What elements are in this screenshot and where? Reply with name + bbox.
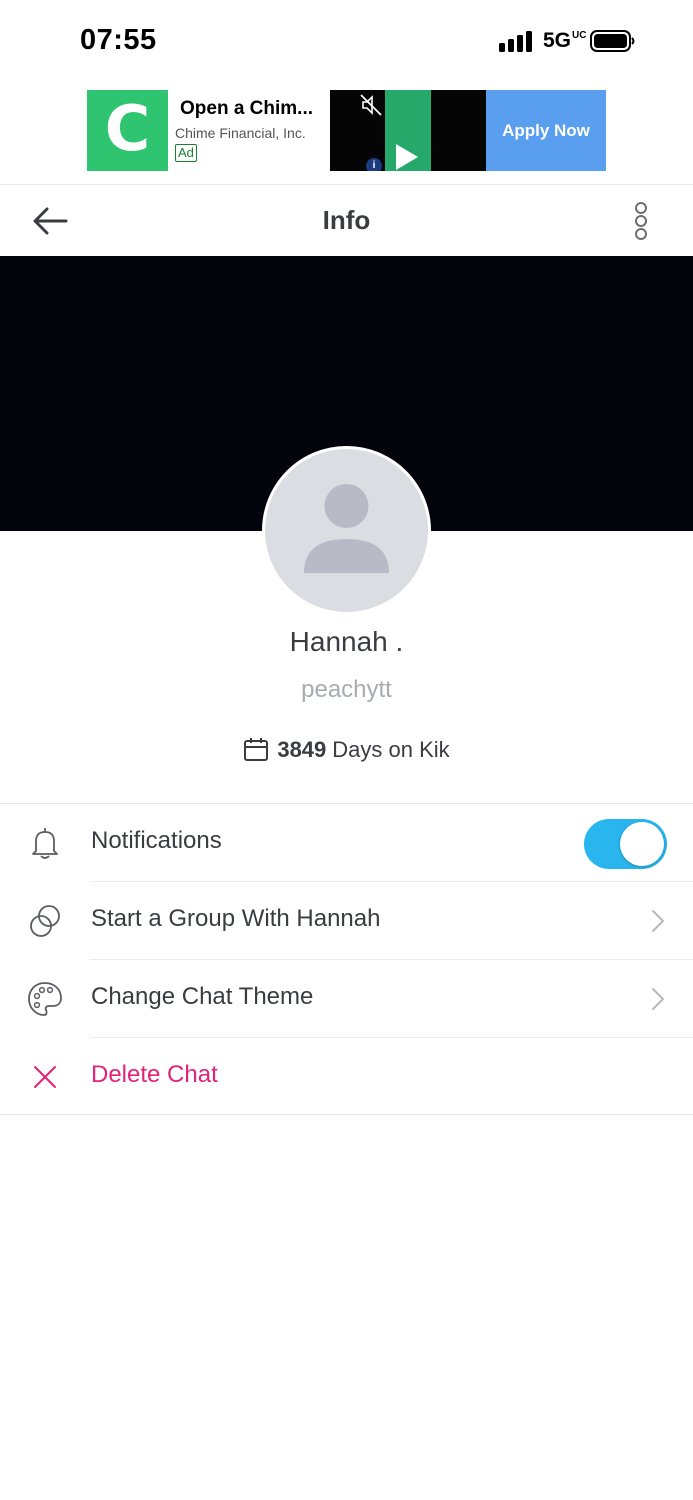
days-label: Days on Kik <box>332 737 450 762</box>
chevron-right-icon <box>652 988 664 1010</box>
status-bar: 07:55 5GUC <box>0 0 693 84</box>
change-theme-row[interactable]: Change Chat Theme <box>0 959 693 1037</box>
notifications-toggle[interactable] <box>584 819 667 869</box>
avatar[interactable] <box>262 446 431 615</box>
page-title: Info <box>322 205 371 235</box>
chevron-right-icon <box>652 910 664 932</box>
ad-badge: Ad <box>175 144 197 162</box>
network-indicator: 5GUC <box>543 29 587 52</box>
info-icon[interactable]: i <box>366 158 382 171</box>
ad-logo[interactable]: C <box>87 90 168 171</box>
divider <box>0 1114 693 1115</box>
start-group-label: Start a Group With Hannah <box>91 905 381 932</box>
days-on-kik: 3849 Days on Kik <box>0 737 693 763</box>
delete-chat-row[interactable]: Delete Chat <box>0 1037 693 1115</box>
calendar-icon <box>244 738 269 761</box>
close-icon <box>34 1066 56 1088</box>
signal-icon <box>499 30 535 52</box>
ad-company: Chime Financial, Inc. <box>175 125 306 141</box>
user-placeholder-icon <box>304 484 389 573</box>
username: peachytt <box>301 676 392 703</box>
notifications-label: Notifications <box>91 827 222 854</box>
ad-apply-button[interactable]: Apply Now <box>486 90 606 171</box>
group-icon <box>30 905 60 937</box>
toggle-knob <box>620 822 664 866</box>
more-options-icon[interactable] <box>628 201 654 241</box>
ad-video[interactable]: i <box>330 90 486 171</box>
ad-title[interactable]: Open a Chim... <box>180 98 313 120</box>
status-time: 07:55 <box>80 24 157 56</box>
mute-icon[interactable] <box>358 92 384 118</box>
play-icon[interactable] <box>396 144 418 170</box>
ad-banner[interactable]: C Open a Chim... Chime Financial, Inc. A… <box>87 90 606 171</box>
bell-icon <box>32 828 58 859</box>
change-theme-label: Change Chat Theme <box>91 983 314 1010</box>
display-name: Hannah . <box>289 626 404 657</box>
palette-icon <box>28 982 62 1016</box>
battery-icon <box>590 30 635 52</box>
notifications-row[interactable]: Notifications <box>0 803 693 881</box>
start-group-row[interactable]: Start a Group With Hannah <box>0 881 693 959</box>
delete-chat-label: Delete Chat <box>91 1061 218 1088</box>
days-count: 3849 <box>277 737 327 762</box>
header: Info <box>0 185 693 256</box>
